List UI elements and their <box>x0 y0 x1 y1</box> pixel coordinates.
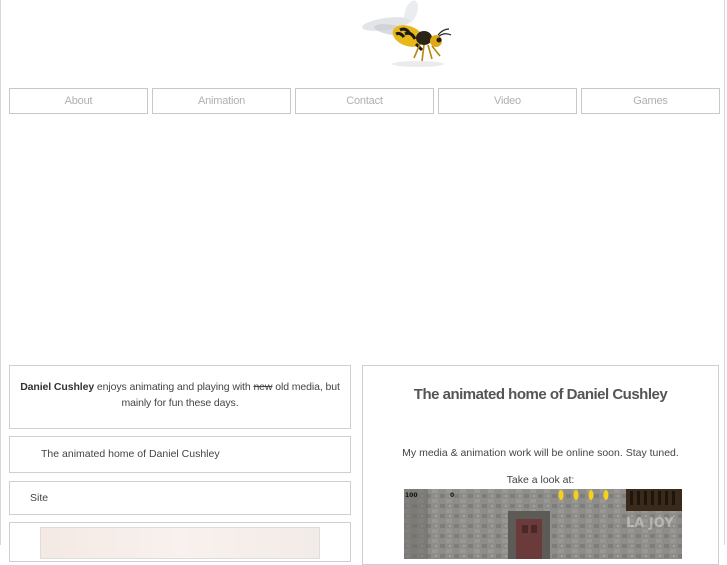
game-watermark: LA JOY <box>626 516 674 531</box>
game-score: 100 <box>405 492 418 499</box>
main-navigation: About Animation Contact Video Games <box>9 88 720 114</box>
game-preview[interactable]: 100 0 LA JOY <box>404 489 682 559</box>
site-label[interactable]: Site <box>30 492 48 504</box>
nav-about[interactable]: About <box>9 88 148 114</box>
sidebar-site-box: Site <box>9 481 351 515</box>
main-content: The animated home of Daniel Cushley My m… <box>362 365 719 565</box>
tagline-text: The animated home of Daniel Cushley <box>41 448 220 460</box>
widget-image <box>40 527 320 559</box>
intro-box: Daniel Cushley enjoys animating and play… <box>9 365 351 429</box>
nav-video[interactable]: Video <box>438 88 577 114</box>
page-title: The animated home of Daniel Cushley <box>413 386 668 403</box>
wasp-logo-icon <box>362 0 452 67</box>
nav-contact[interactable]: Contact <box>295 88 434 114</box>
status-message: My media & animation work will be online… <box>402 447 679 459</box>
game-counter: 0 <box>450 492 454 499</box>
sidebar-tagline: The animated home of Daniel Cushley <box>9 436 351 473</box>
look-label: Take a look at: <box>506 474 575 486</box>
nav-animation[interactable]: Animation <box>152 88 291 114</box>
author-name: Daniel Cushley <box>20 381 95 393</box>
intro-text-before: enjoys animating and playing with <box>94 381 254 393</box>
nav-games[interactable]: Games <box>581 88 720 114</box>
sidebar-widget <box>9 522 351 562</box>
intro-struck-word: new <box>253 381 273 393</box>
game-scene: 100 0 LA JOY <box>404 489 682 559</box>
